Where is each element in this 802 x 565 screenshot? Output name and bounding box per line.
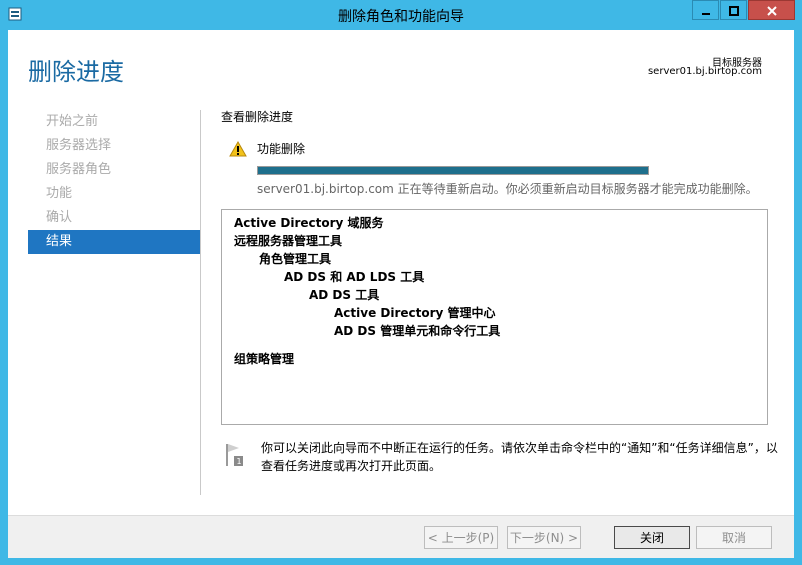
tree-item: AD DS 管理单元和命令行工具 (334, 324, 501, 338)
results-list[interactable]: Active Directory 域服务 远程服务器管理工具 角色管理工具 AD… (221, 209, 768, 425)
cancel-button[interactable]: 取消 (696, 526, 772, 549)
progress-fill (258, 167, 648, 174)
nav-item-features: 功能 (46, 186, 73, 201)
tree-item: Active Directory 域服务 (234, 216, 384, 230)
maximize-button[interactable] (720, 0, 747, 20)
wizard-nav: 开始之前 服务器选择 服务器角色 功能 确认 结果 (28, 110, 200, 254)
feature-removal-label: 功能删除 (257, 142, 306, 156)
page-title: 删除进度 (28, 58, 124, 86)
window-title: 删除角色和功能向导 (338, 9, 464, 25)
wizard-content: 删除进度 目标服务器 server01.bj.birtop.com 开始之前 服… (8, 30, 794, 558)
nav-item-before-you-begin: 开始之前 (46, 114, 99, 129)
section-title: 查看删除进度 (221, 110, 294, 124)
nav-item-server-roles: 服务器角色 (46, 162, 112, 177)
tree-item: AD DS 工具 (309, 288, 380, 302)
close-window-button[interactable] (748, 0, 795, 20)
minimize-icon (701, 1, 711, 20)
nav-item-server-selection: 服务器选择 (46, 138, 112, 153)
minimize-button[interactable] (692, 0, 719, 20)
destination-server-name: server01.bj.birtop.com (647, 66, 762, 77)
previous-button[interactable]: < 上一步(P) (424, 526, 498, 549)
next-button[interactable]: 下一步(N) > (507, 526, 581, 549)
close-icon (766, 1, 778, 20)
background-task-note: 你可以关闭此向导而不中断正在运行的任务。请依次单击命令栏中的“通知”和“任务详细… (261, 441, 778, 473)
close-button[interactable]: 关闭 (614, 526, 690, 549)
tree-item: 角色管理工具 (259, 252, 332, 266)
wizard-window: 删除角色和功能向导 删除进度 目标服务器 server01.bj.birtop.… (0, 0, 802, 565)
nav-divider (200, 110, 201, 495)
warning-icon (229, 140, 247, 161)
nav-item-confirmation: 确认 (46, 210, 73, 225)
tree-item: AD DS 和 AD LDS 工具 (284, 270, 425, 284)
tree-item: 组策略管理 (234, 352, 295, 366)
tree-item: 远程服务器管理工具 (234, 234, 343, 248)
svg-text:1: 1 (237, 457, 242, 466)
maximize-icon (728, 1, 739, 20)
removal-progress-bar (257, 166, 649, 175)
button-bar: < 上一步(P) 下一步(N) > 关闭 取消 (8, 515, 794, 558)
status-message: server01.bj.birtop.com 正在等待重新启动。你必须重新启动目… (257, 182, 758, 196)
nav-item-results[interactable]: 结果 (28, 230, 200, 254)
tree-item: Active Directory 管理中心 (334, 306, 496, 320)
notification-flag-icon: 1 (225, 442, 243, 472)
title-bar[interactable]: 删除角色和功能向导 (0, 0, 802, 30)
